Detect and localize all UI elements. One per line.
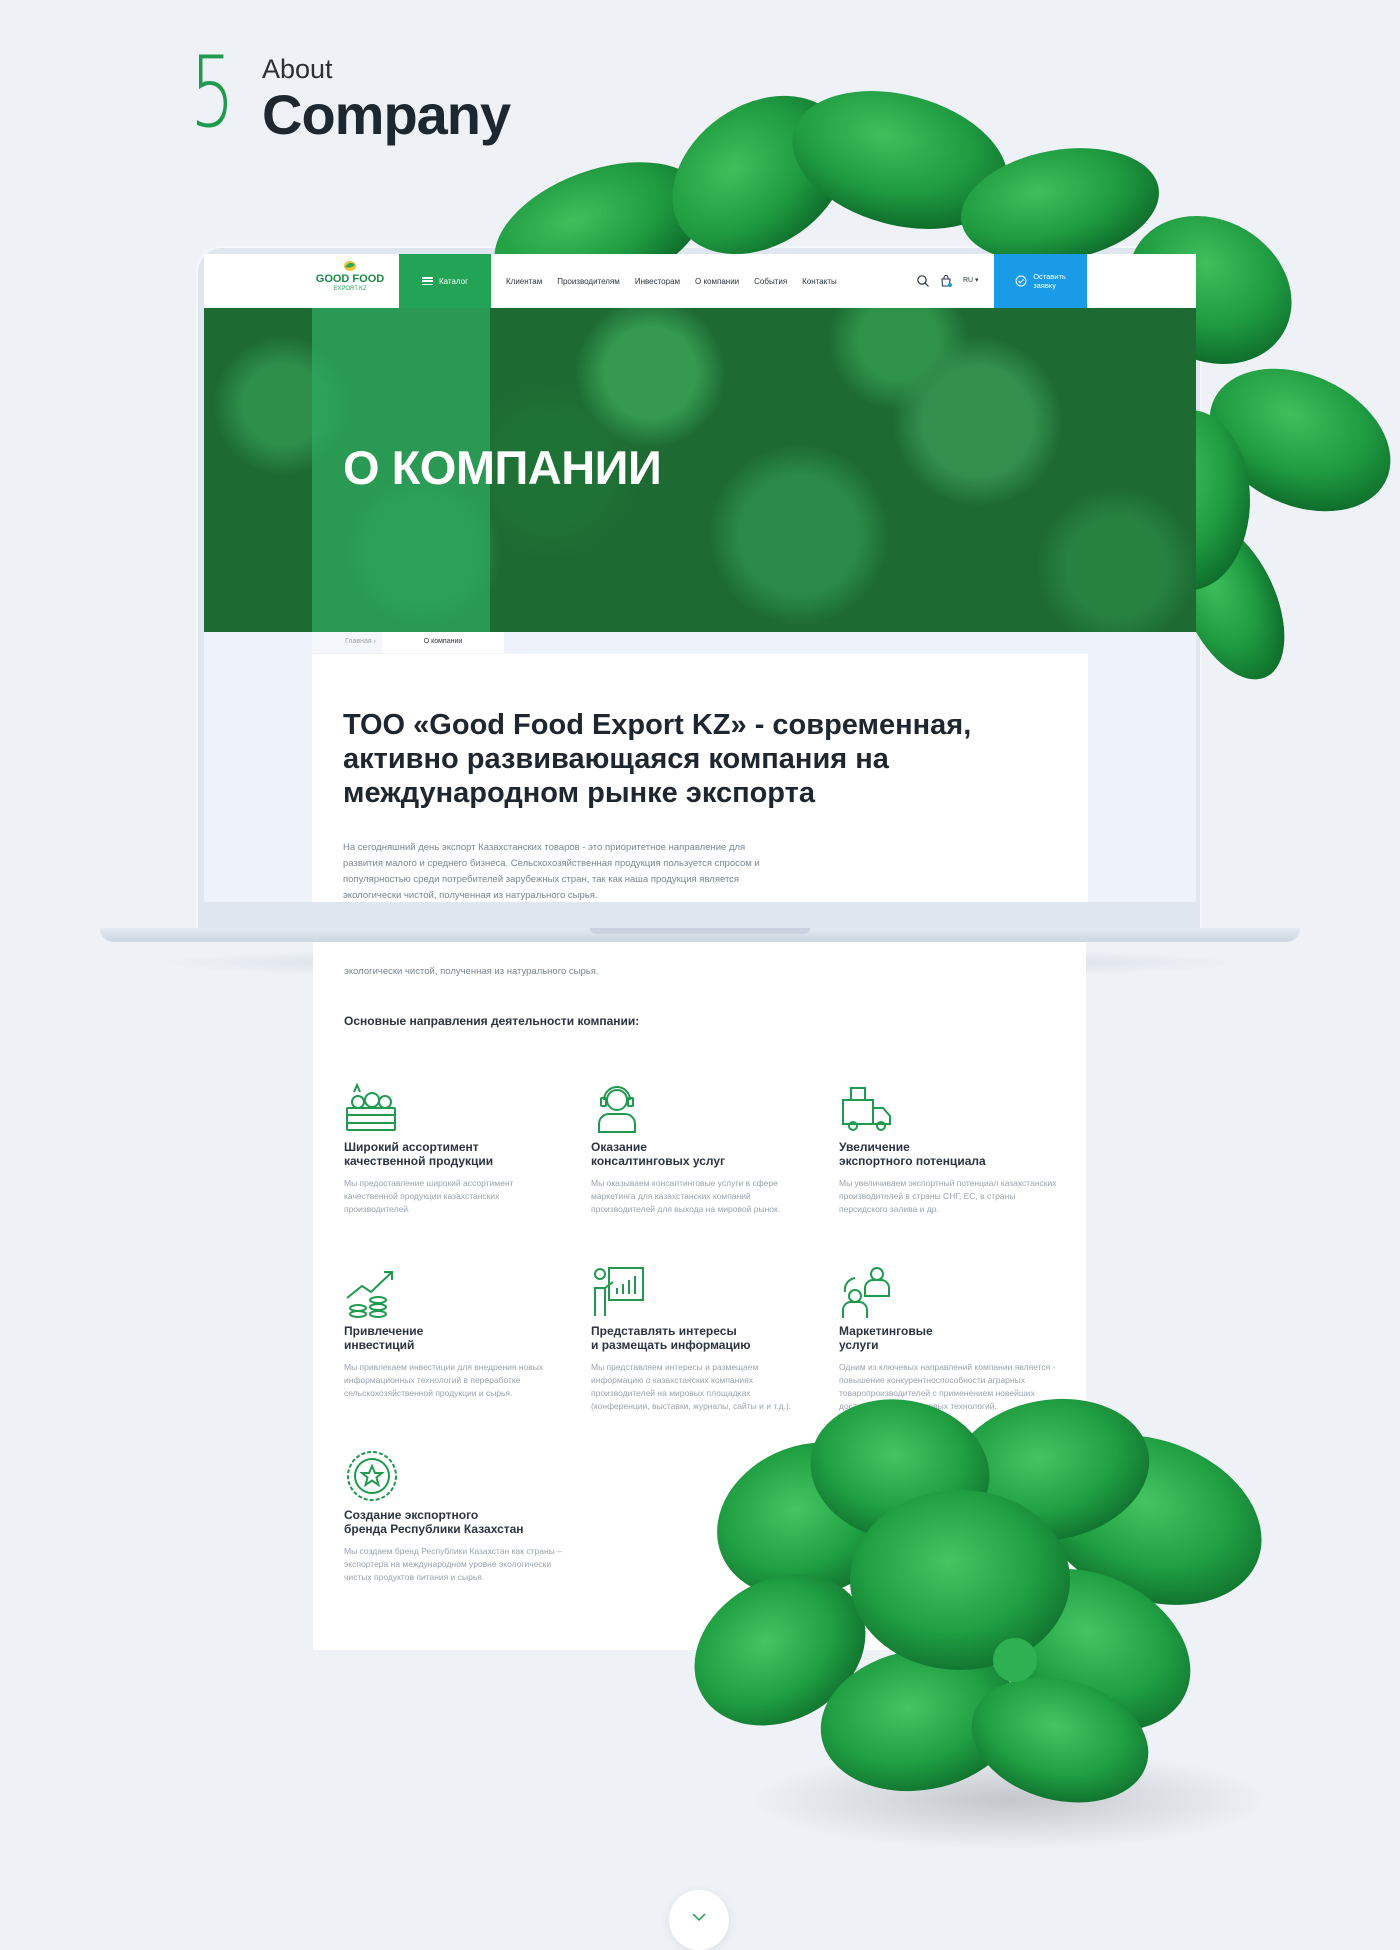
logo-tagline: EXPORT.KZ xyxy=(333,286,367,292)
breadcrumb-home[interactable]: Главная › xyxy=(312,632,382,653)
feature-text: Мы оказываем консалтинговые услуги в сфе… xyxy=(591,1178,781,1214)
site-header: GOOD FOOD EXPORT.KZ Каталог Клиентам Про… xyxy=(204,254,1196,308)
intro-card: ТОО «Good Food Export KZ» - современная,… xyxy=(312,654,1088,902)
nav-item-investors[interactable]: Инвесторам xyxy=(635,277,680,286)
laptop-notch xyxy=(590,928,810,934)
page-continuation: экологически чистой, полученная из натур… xyxy=(313,942,1086,1650)
marketing-people-icon xyxy=(842,1267,890,1318)
feature-assortment: Широкий ассортимент качественной продукц… xyxy=(344,1080,564,1216)
growth-coins-icon xyxy=(346,1271,393,1318)
intro-text-continuation: экологически чистой, полученная из натур… xyxy=(344,966,599,977)
section-number: 5 xyxy=(190,36,235,150)
main-nav: Клиентам Производителям Инвесторам О ком… xyxy=(506,254,837,308)
leave-request-button[interactable]: Оставить заявку xyxy=(994,254,1087,308)
site-logo[interactable]: GOOD FOOD EXPORT.KZ xyxy=(312,260,388,302)
hero-title: О КОМПАНИИ xyxy=(343,441,662,494)
scroll-down-button[interactable] xyxy=(669,1890,729,1950)
feature-brand: Создание экспортного бренда Республики К… xyxy=(344,1448,564,1584)
feature-consulting: Оказание консалтинговых услуг Мы оказыва… xyxy=(591,1080,811,1216)
presentation-board-icon xyxy=(594,1267,644,1316)
nav-item-clients[interactable]: Клиентам xyxy=(506,277,542,286)
nav-item-events[interactable]: События xyxy=(754,277,787,286)
nav-item-contacts[interactable]: Контакты xyxy=(802,277,837,286)
feature-text: Одним из ключевых направлений компании я… xyxy=(839,1362,1056,1411)
feature-title: Представлять интересы и размещать информ… xyxy=(591,1324,751,1352)
feature-export-potential: Увеличение экспортного потенциала Мы уве… xyxy=(839,1080,1059,1216)
feature-title: Широкий ассортимент качественной продукц… xyxy=(344,1140,494,1168)
feature-investments: Привлечение инвестиций Мы привлекаем инв… xyxy=(344,1264,564,1400)
laptop-screen: GOOD FOOD EXPORT.KZ Каталог Клиентам Про… xyxy=(204,254,1196,902)
section-title: Company xyxy=(262,83,511,146)
section-subtitle: About xyxy=(262,54,333,84)
menu-icon xyxy=(421,277,433,285)
feature-text: Мы привлекаем инвестиции для внедрения н… xyxy=(344,1362,544,1398)
cta-label: Оставить заявку xyxy=(1033,272,1066,290)
star-badge-icon xyxy=(347,1451,397,1501)
logo-name: GOOD FOOD xyxy=(315,273,385,285)
feature-text: Мы увеличиваем экспортный потенциал каза… xyxy=(839,1178,1057,1214)
feature-representation: Представлять интересы и размещать информ… xyxy=(591,1264,811,1413)
consultant-headset-icon xyxy=(598,1086,636,1133)
language-select[interactable]: RU ▾ xyxy=(963,276,979,284)
feature-text: Мы предоставление широкий ассортимент ка… xyxy=(344,1178,514,1214)
feature-title: Создание экспортного бренда Республики К… xyxy=(344,1508,524,1536)
feature-title: Увеличение экспортного потенциала xyxy=(839,1140,986,1168)
directions-heading: Основные направления деятельности компан… xyxy=(344,1014,640,1028)
breadcrumb: Главная › О компании xyxy=(312,632,504,653)
feature-title: Оказание консалтинговых услуг xyxy=(591,1140,726,1168)
catalog-label: Каталог xyxy=(438,276,469,286)
vegetable-crate-icon xyxy=(346,1082,396,1131)
catalog-button[interactable]: Каталог xyxy=(399,254,491,308)
bag-icon[interactable] xyxy=(939,274,953,288)
check-circle-icon xyxy=(1015,275,1027,287)
feature-text: Мы представляем интересы и размещаем инф… xyxy=(591,1362,792,1411)
breadcrumb-current: О компании xyxy=(382,632,504,653)
intro-text: На сегодняшний день экспорт Казахстански… xyxy=(343,842,760,901)
search-icon[interactable] xyxy=(916,274,930,288)
intro-title: ТОО «Good Food Export KZ» - современная,… xyxy=(343,709,972,809)
hero-banner: О КОМПАНИИ xyxy=(204,308,1196,632)
feature-title: Привлечение инвестиций xyxy=(344,1324,424,1352)
leaf-logo-icon xyxy=(344,261,356,271)
feature-text: Мы создаем бренд Республики Казахстан ка… xyxy=(344,1546,562,1582)
feature-marketing: Маркетинговые услуги Одним из ключевых н… xyxy=(839,1264,1059,1413)
nav-item-producers[interactable]: Производителям xyxy=(557,277,620,286)
delivery-truck-icon xyxy=(842,1087,891,1131)
nav-item-about[interactable]: О компании xyxy=(695,277,739,286)
chevron-down-icon xyxy=(692,1913,706,1922)
feature-title: Маркетинговые услуги xyxy=(839,1324,933,1352)
